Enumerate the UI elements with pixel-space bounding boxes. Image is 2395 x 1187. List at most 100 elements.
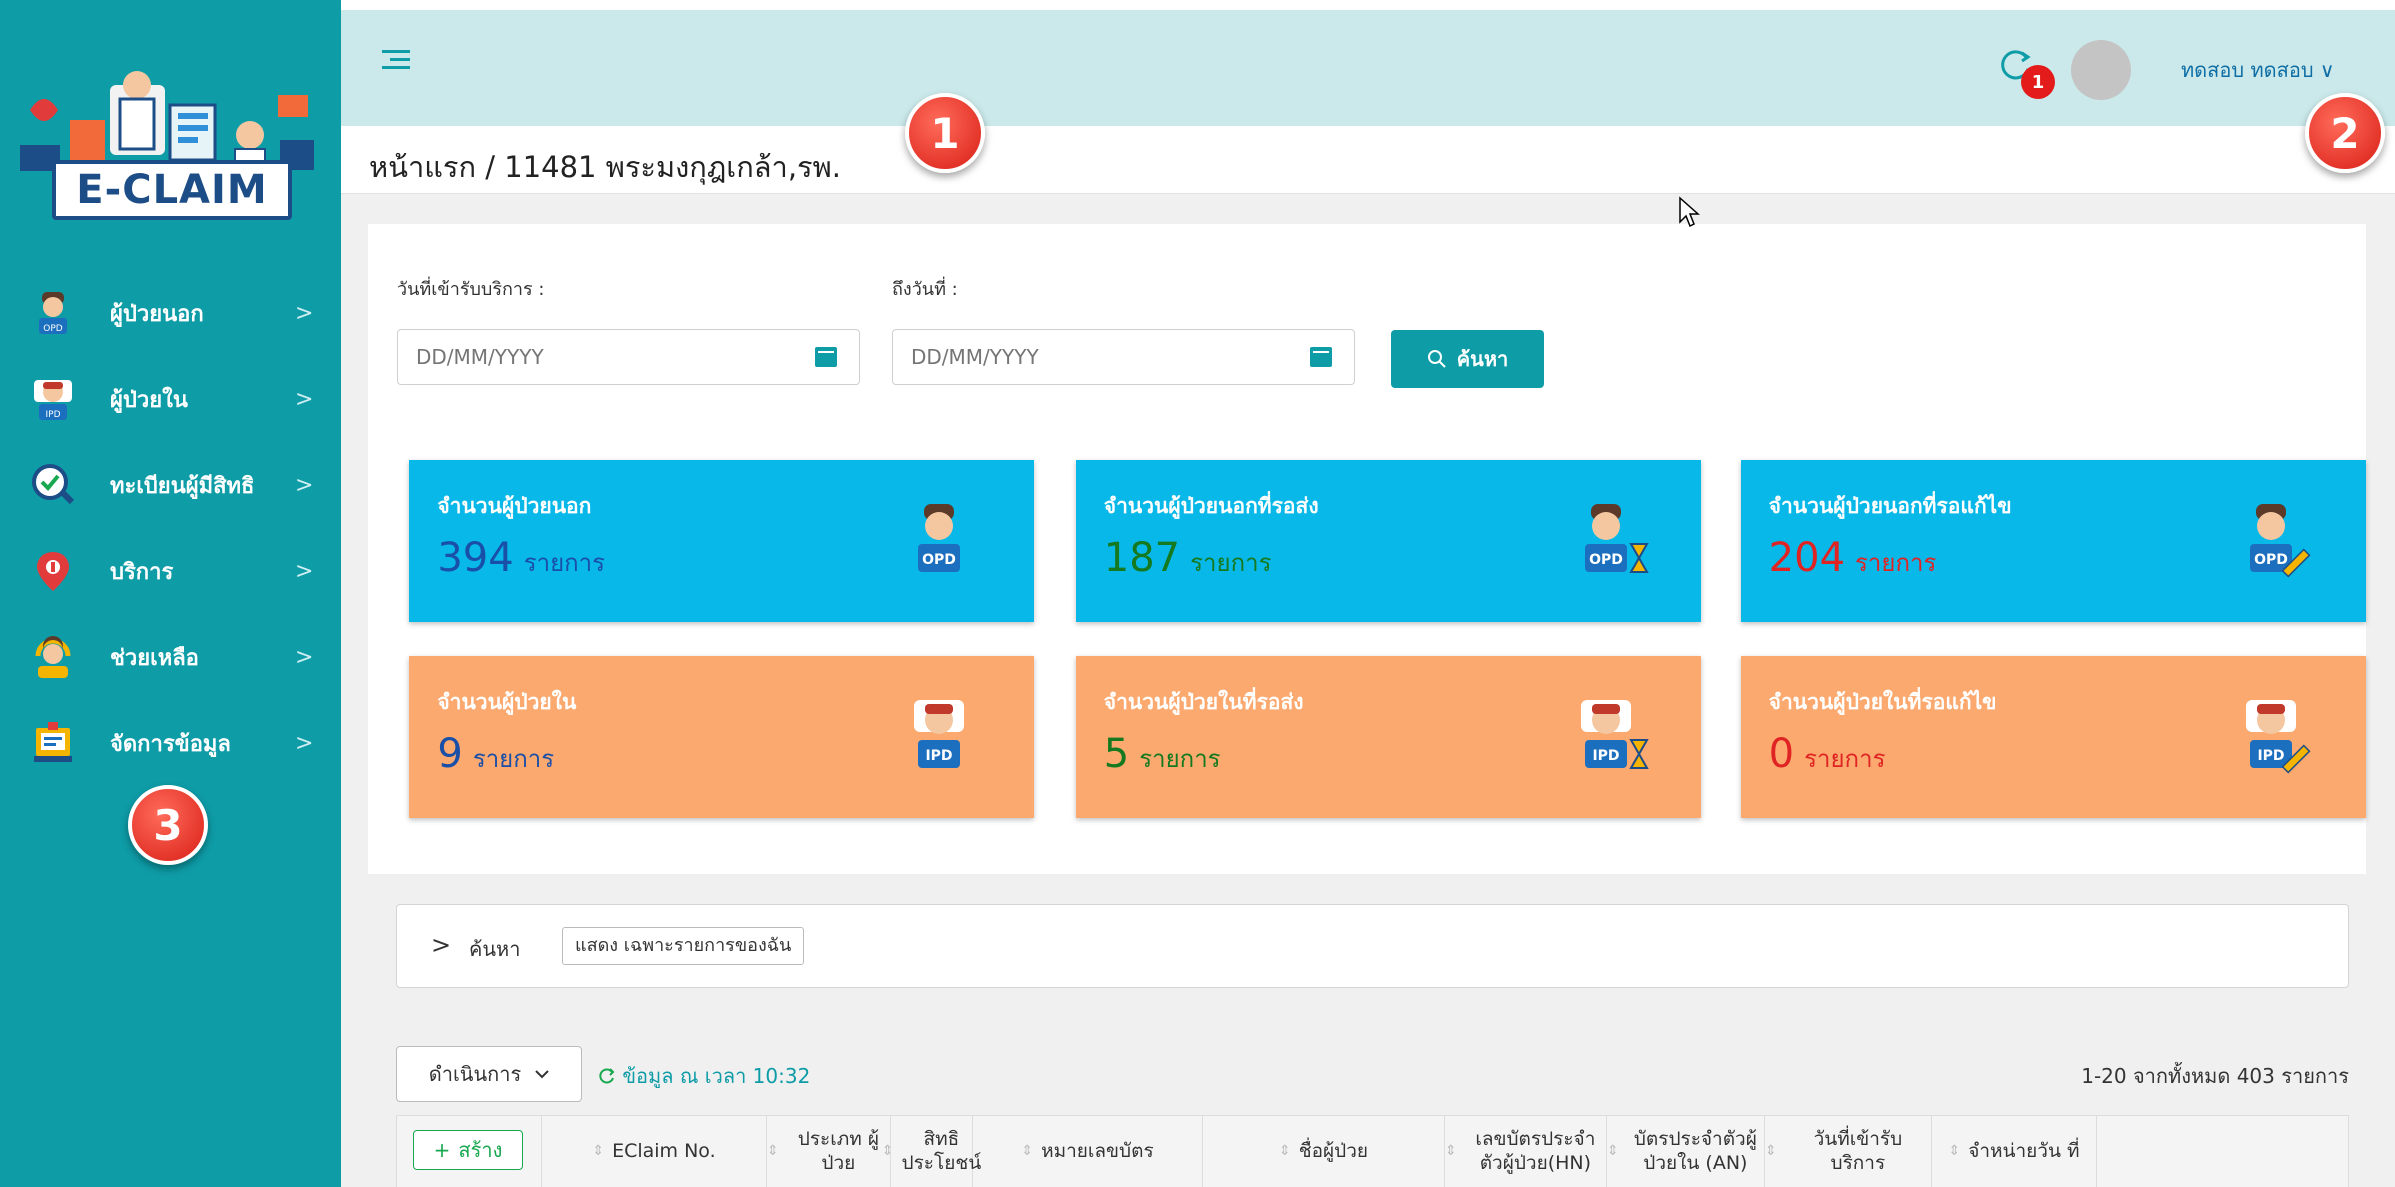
svg-text:OPD: OPD (2254, 552, 2288, 568)
registry-check-icon (32, 464, 75, 505)
user-name: ทดสอบ ทดสอบ (2181, 58, 2314, 82)
start-date-label: วันที่เข้ารับบริการ : (397, 279, 545, 300)
stat-card-title: จำนวนผู้ป่วยใน (437, 690, 577, 714)
annotation-marker: 3 (128, 785, 208, 865)
stat-card[interactable]: จำนวนผู้ป่วยในที่รอแก้ไข 0 รายการ IPD (1740, 656, 2366, 818)
stat-card-number: 9 (437, 731, 463, 777)
notification-badge[interactable]: 1 (2021, 65, 2055, 99)
start-date-input[interactable] (416, 330, 796, 384)
table-header-cell[interactable]: ⇕ สิทธิ ประโยชน์ (882, 1116, 981, 1187)
plus-icon: + (433, 1137, 451, 1162)
table-header-cell[interactable]: ⇕ ประเภท ผู้ป่วย (767, 1116, 891, 1187)
svg-text:IPD: IPD (2257, 748, 2284, 764)
stat-card-value: 394 รายการ (437, 535, 605, 582)
table-header-label: EClaim No. (612, 1140, 716, 1163)
table-header-label: บัตรประจำตัวผู้ ป่วยใน (AN) (1633, 1128, 1757, 1174)
filter-tag[interactable]: แสดง เฉพาะรายการของฉัน (562, 927, 805, 965)
sidebar-item-label: ผู้ป่วยนอก (110, 301, 204, 327)
stat-card[interactable]: จำนวนผู้ป่วยนอก 394 รายการ OPD (409, 460, 1035, 622)
sidebar-item-label: ทะเบียนผู้มีสิทธิ (110, 473, 255, 499)
main-content: วันที่เข้ารับบริการ : ถึงวันที่ : ค้นหา … (341, 194, 2395, 1187)
table-header-cell[interactable]: ⇕ บัตรประจำตัวผู้ ป่วยใน (AN) (1607, 1116, 1765, 1187)
chevron-down-icon (535, 1070, 549, 1079)
app-logo[interactable]: E-CLAIM (0, 10, 341, 220)
actions-dropdown[interactable]: ดำเนินการ (396, 1046, 582, 1102)
table-header-cell[interactable]: ⇕ หมายเลขบัตร (973, 1116, 1203, 1187)
stat-card-title: จำนวนผู้ป่วยในที่รอส่ง (1103, 690, 1304, 714)
sidebar-item-label: จัดการข้อมูล (110, 731, 231, 757)
sidebar-item-data-manage[interactable]: จัดการข้อมูล > (0, 700, 341, 786)
svg-text:OPD: OPD (1589, 552, 1623, 568)
data-refresh-link[interactable]: ข้อมูล ณ เวลา 10:32 (598, 1060, 810, 1092)
search-panel-label: ค้นหา (469, 937, 521, 961)
stat-card-unit: รายการ (1804, 745, 1886, 773)
sidebar-item-opd[interactable]: OPD ผู้ป่วยนอก > (0, 270, 341, 356)
sidebar-item-ipd[interactable]: IPD ผู้ป่วยใน > (0, 356, 341, 442)
svg-text:OPD: OPD (922, 552, 956, 568)
sort-icon: ⇕ (592, 1143, 605, 1160)
mouse-cursor-icon (1679, 196, 1700, 228)
calendar-icon[interactable] (1310, 347, 1332, 367)
user-menu[interactable]: ทดสอบ ทดสอบ ∨ (2181, 54, 2335, 86)
start-date-field[interactable] (397, 329, 860, 385)
opd-patient-icon: OPD (39, 292, 67, 334)
sidebar-item-service[interactable]: บริการ > (0, 528, 341, 614)
stat-card-unit: รายการ (1190, 549, 1272, 577)
sidebar-item-label: บริการ (110, 559, 174, 585)
table-header-cell[interactable]: ⇕ วันที่เข้ารับ บริการ (1765, 1116, 1932, 1187)
menu-toggle-icon[interactable] (382, 50, 410, 74)
chevron-right-icon: > (295, 558, 314, 584)
chevron-right-icon: > (295, 386, 314, 412)
chevron-right-icon: > (295, 644, 314, 670)
breadcrumb-bar: หน้าแรก / 11481 พระมงกุฎเกล้า,รพ. (341, 126, 2395, 194)
sort-icon: ⇕ (1278, 1143, 1291, 1160)
summary-panel: วันที่เข้ารับบริการ : ถึงวันที่ : ค้นหา … (368, 224, 2366, 874)
table-header-cell[interactable]: ⇕ ชื่อผู้ป่วย (1203, 1116, 1445, 1187)
sort-icon: ⇕ (1021, 1143, 1034, 1160)
search-icon (1427, 350, 1446, 368)
sidebar-item-label: ผู้ป่วยใน (110, 387, 188, 413)
stat-card-value: 9 รายการ (437, 731, 554, 778)
svg-text:IPD: IPD (926, 748, 953, 764)
create-button[interactable]: + สร้าง (413, 1130, 523, 1170)
sidebar-menu: OPD ผู้ป่วยนอก > IPD ผู้ป่วยใน > ทะเบียน… (0, 270, 341, 786)
table-header-cell[interactable]: ⇕ จำหน่ายวัน ที่ (1932, 1116, 2097, 1187)
stat-card[interactable]: จำนวนผู้ป่วยนอกที่รอส่ง 187 รายการ OPD (1075, 460, 1701, 622)
table-header-cell[interactable]: ⇕ EClaim No. (542, 1116, 767, 1187)
stat-card-value: 187 รายการ (1104, 535, 1272, 582)
sidebar-item-label: ช่วยเหลือ (110, 645, 199, 671)
stat-card[interactable]: จำนวนผู้ป่วยในที่รอส่ง 5 รายการ IPD (1075, 656, 1701, 818)
stat-card[interactable]: จำนวนผู้ป่วยนอกที่รอแก้ไข 204 รายการ OPD (1740, 460, 2366, 622)
pagination-info: 1-20 จากทั้งหมด 403 รายการ (2081, 1064, 2349, 1088)
stat-card-title: จำนวนผู้ป่วยนอกที่รอแก้ไข (1768, 494, 2012, 518)
location-pin-icon (37, 552, 69, 591)
sort-icon: ⇕ (1765, 1143, 1777, 1160)
opd-patient-icon: OPD (918, 504, 961, 572)
support-agent-icon (35, 636, 71, 678)
data-refresh-time: ข้อมูล ณ เวลา 10:32 (622, 1064, 811, 1088)
stat-card-number: 204 (1768, 535, 1846, 581)
calendar-icon[interactable] (815, 347, 837, 367)
stat-card-value: 0 รายการ (1769, 731, 1886, 778)
chevron-right-icon[interactable]: > (431, 931, 451, 959)
end-date-field[interactable] (892, 329, 1355, 385)
table-header-cell[interactable]: ⇕ เลขบัตรประจำ ตัวผู้ป่วย(HN) (1445, 1116, 1607, 1187)
avatar[interactable] (2071, 40, 2131, 100)
sort-icon: ⇕ (881, 1143, 894, 1160)
search-button[interactable]: ค้นหา (1391, 330, 1544, 388)
actions-label: ดำเนินการ (428, 1062, 522, 1086)
stat-card-unit: รายการ (472, 745, 555, 773)
stat-card[interactable]: จำนวนผู้ป่วยใน 9 รายการ IPD (409, 656, 1035, 818)
sidebar-item-help[interactable]: ช่วยเหลือ > (0, 614, 341, 700)
sidebar-item-registry[interactable]: ทะเบียนผู้มีสิทธิ > (0, 442, 341, 528)
end-date-input[interactable] (911, 330, 1291, 384)
table-header-label: วันที่เข้ารับ บริการ (1813, 1128, 1903, 1174)
search-panel[interactable]: > ค้นหา แสดง เฉพาะรายการของฉัน (396, 904, 2349, 988)
table-header-label: เลขบัตรประจำ ตัวผู้ป่วย(HN) (1475, 1128, 1596, 1174)
table-header-label: ชื่อผู้ป่วย (1298, 1140, 1369, 1163)
chevron-down-icon: ∨ (2319, 58, 2335, 82)
sort-icon: ⇕ (767, 1143, 779, 1160)
annotation-marker: 2 (2305, 93, 2385, 173)
stat-card-unit: รายการ (1855, 549, 1937, 577)
sort-icon: ⇕ (1948, 1143, 1961, 1160)
